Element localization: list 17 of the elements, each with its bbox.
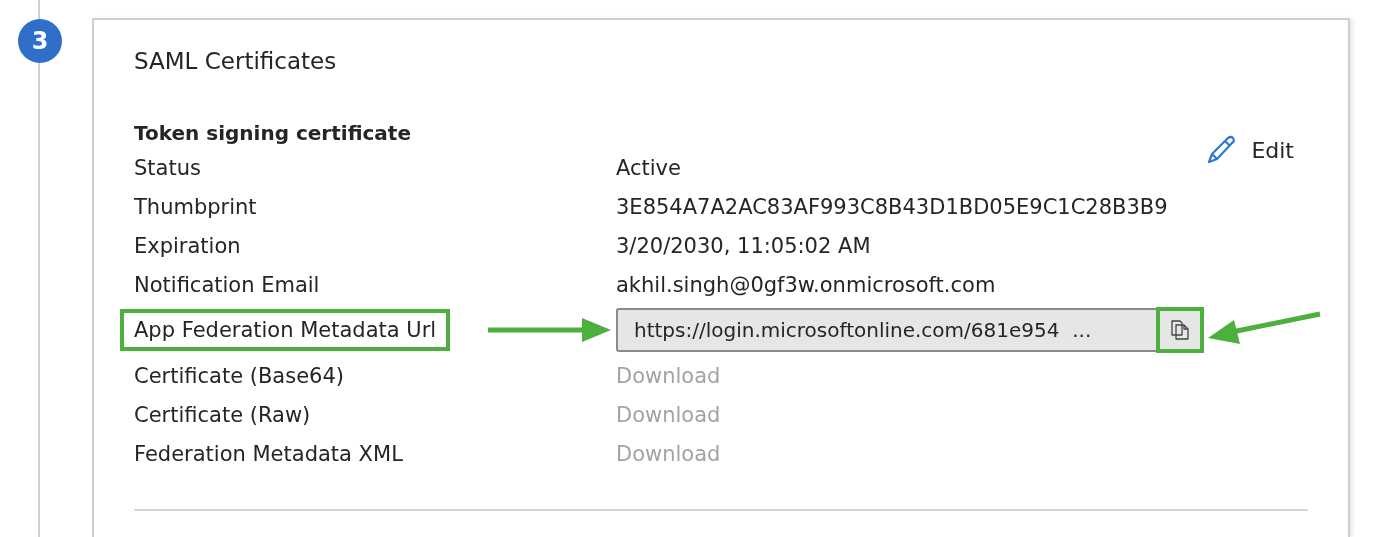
field-value: akhil.singh@0gf3w.onmicrosoft.com (616, 272, 996, 297)
section-title: Token signing certificate (134, 120, 411, 147)
field-label: Thumbprint (134, 193, 257, 221)
field-label: Federation Metadata XML (134, 440, 403, 468)
field-label: Certificate (Raw) (134, 401, 311, 429)
field-label: Certificate (Base64) (134, 362, 344, 390)
field-value: Active (616, 155, 681, 180)
edit-button[interactable]: Edit (1205, 134, 1294, 166)
card-title: SAML Certificates (134, 47, 338, 76)
field-label: Expiration (134, 232, 241, 260)
field-label: Notification Email (134, 271, 320, 299)
field-value: 3/20/2030, 11:05:02 AM (616, 233, 871, 258)
step-number-badge: 3 (18, 19, 62, 63)
field-label: App Federation Metadata Url (120, 309, 451, 351)
url-field[interactable]: https://login.microsoftonline.com/681e954 ... (616, 308, 1156, 352)
field-label: Status (134, 154, 201, 182)
field-value: 3E854A7A2AC83AF993C8B43D1BD05E9C1C28B3B9 (616, 194, 1168, 219)
